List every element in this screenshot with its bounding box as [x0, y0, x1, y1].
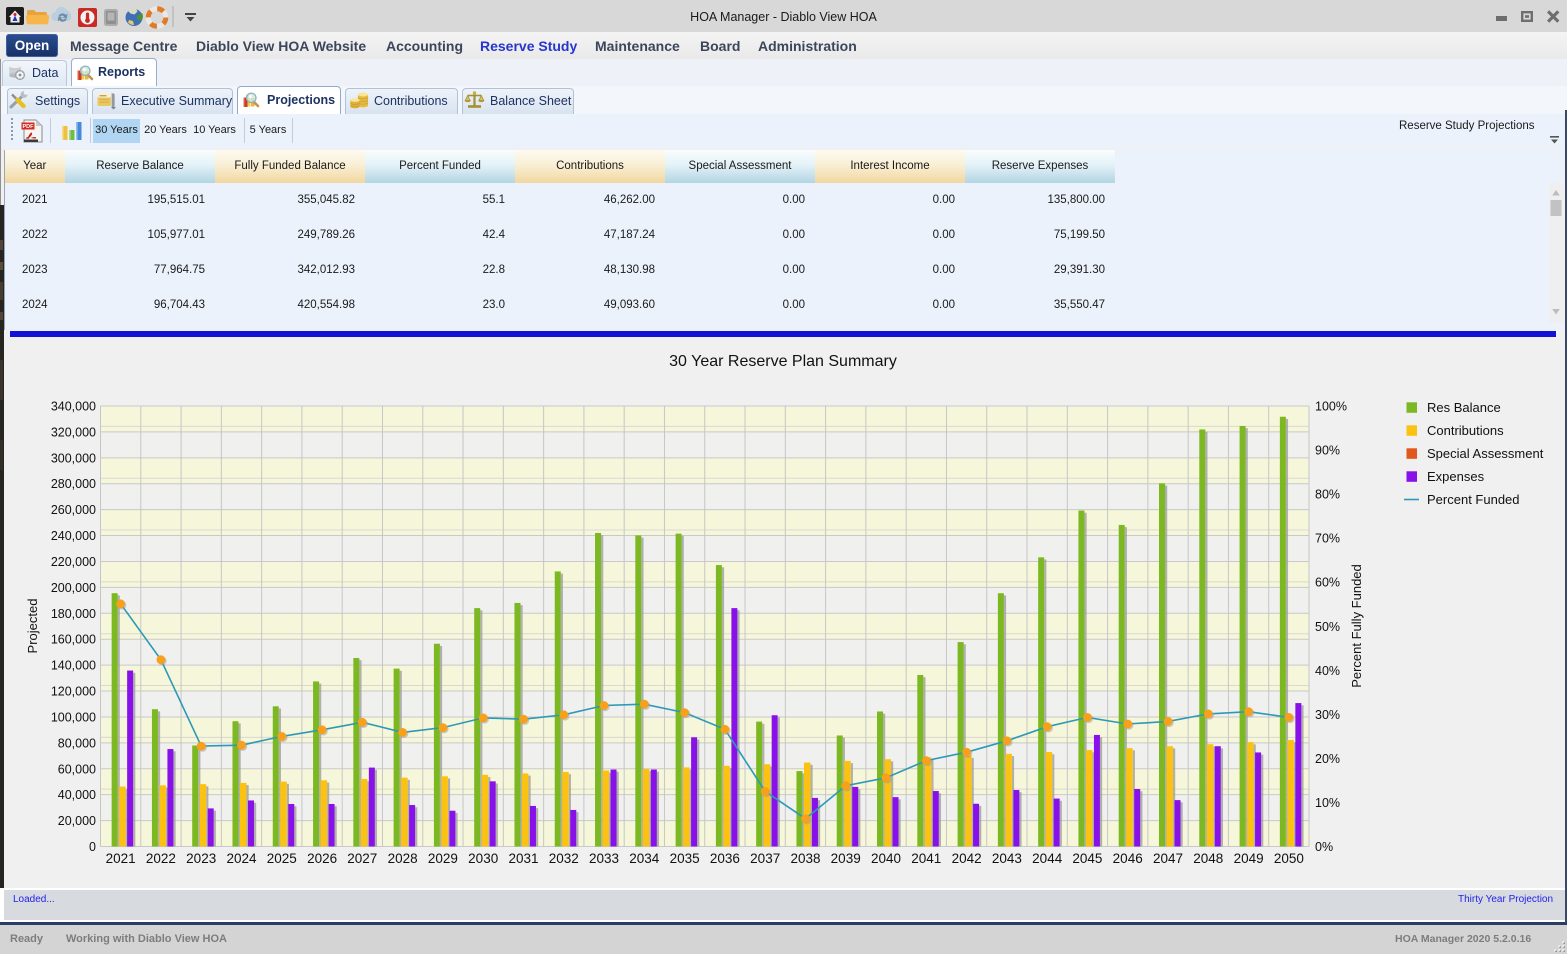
svg-text:2031: 2031 — [508, 851, 538, 866]
svg-text:340,000: 340,000 — [51, 400, 96, 414]
svg-text:80,000: 80,000 — [58, 736, 96, 750]
svg-text:280,000: 280,000 — [51, 477, 96, 491]
svg-text:Special Assessment: Special Assessment — [1427, 446, 1544, 461]
svg-text:Res Balance: Res Balance — [1427, 400, 1501, 415]
svg-text:2045: 2045 — [1072, 851, 1102, 866]
svg-text:2048: 2048 — [1193, 851, 1223, 866]
svg-text:Percent Fully Funded: Percent Fully Funded — [1349, 564, 1364, 688]
svg-text:2023: 2023 — [186, 851, 216, 866]
svg-text:2022: 2022 — [146, 851, 176, 866]
svg-text:40,000: 40,000 — [58, 788, 96, 802]
svg-text:Percent Funded: Percent Funded — [1427, 492, 1520, 507]
svg-text:2037: 2037 — [750, 851, 780, 866]
svg-text:50%: 50% — [1315, 620, 1340, 634]
svg-text:2039: 2039 — [831, 851, 861, 866]
svg-text:2033: 2033 — [589, 851, 619, 866]
svg-text:2041: 2041 — [911, 851, 941, 866]
svg-text:Contributions: Contributions — [1427, 423, 1504, 438]
svg-text:2042: 2042 — [952, 851, 982, 866]
svg-text:2029: 2029 — [428, 851, 458, 866]
svg-text:30%: 30% — [1315, 708, 1340, 722]
svg-text:2026: 2026 — [307, 851, 337, 866]
svg-text:2027: 2027 — [347, 851, 377, 866]
svg-text:100%: 100% — [1315, 400, 1347, 414]
svg-text:160,000: 160,000 — [51, 633, 96, 647]
svg-text:2032: 2032 — [549, 851, 579, 866]
svg-text:60%: 60% — [1315, 576, 1340, 590]
svg-text:30 Year Reserve Plan Summary: 30 Year Reserve Plan Summary — [669, 353, 897, 370]
svg-text:20,000: 20,000 — [58, 814, 96, 828]
svg-text:90%: 90% — [1315, 444, 1340, 458]
svg-text:2021: 2021 — [106, 851, 136, 866]
svg-text:2025: 2025 — [267, 851, 297, 866]
svg-text:40%: 40% — [1315, 664, 1340, 678]
svg-text:Expenses: Expenses — [1427, 469, 1485, 484]
svg-text:60,000: 60,000 — [58, 762, 96, 776]
svg-text:2044: 2044 — [1032, 851, 1063, 866]
svg-text:240,000: 240,000 — [51, 529, 96, 543]
svg-text:0: 0 — [89, 840, 96, 854]
svg-text:0%: 0% — [1315, 840, 1333, 854]
svg-text:2030: 2030 — [468, 851, 498, 866]
svg-text:2028: 2028 — [388, 851, 418, 866]
svg-text:Projected: Projected — [25, 599, 40, 654]
svg-text:2024: 2024 — [226, 851, 257, 866]
svg-text:2034: 2034 — [629, 851, 660, 866]
svg-text:320,000: 320,000 — [51, 425, 96, 439]
svg-text:100,000: 100,000 — [51, 710, 96, 724]
svg-text:300,000: 300,000 — [51, 451, 96, 465]
svg-text:2038: 2038 — [790, 851, 820, 866]
svg-text:2046: 2046 — [1113, 851, 1143, 866]
svg-text:PDF: PDF — [23, 124, 35, 130]
svg-text:220,000: 220,000 — [51, 555, 96, 569]
svg-text:120,000: 120,000 — [51, 685, 96, 699]
svg-text:200,000: 200,000 — [51, 581, 96, 595]
svg-text:2049: 2049 — [1234, 851, 1264, 866]
svg-text:260,000: 260,000 — [51, 503, 96, 517]
svg-text:2043: 2043 — [992, 851, 1022, 866]
svg-text:20%: 20% — [1315, 752, 1340, 766]
svg-text:80%: 80% — [1315, 488, 1340, 502]
svg-text:180,000: 180,000 — [51, 607, 96, 621]
svg-text:2050: 2050 — [1274, 851, 1304, 866]
svg-text:10%: 10% — [1315, 796, 1340, 810]
svg-text:2035: 2035 — [670, 851, 700, 866]
svg-text:140,000: 140,000 — [51, 659, 96, 673]
svg-text:70%: 70% — [1315, 532, 1340, 546]
svg-text:2036: 2036 — [710, 851, 740, 866]
svg-text:2047: 2047 — [1153, 851, 1183, 866]
svg-text:2040: 2040 — [871, 851, 901, 866]
